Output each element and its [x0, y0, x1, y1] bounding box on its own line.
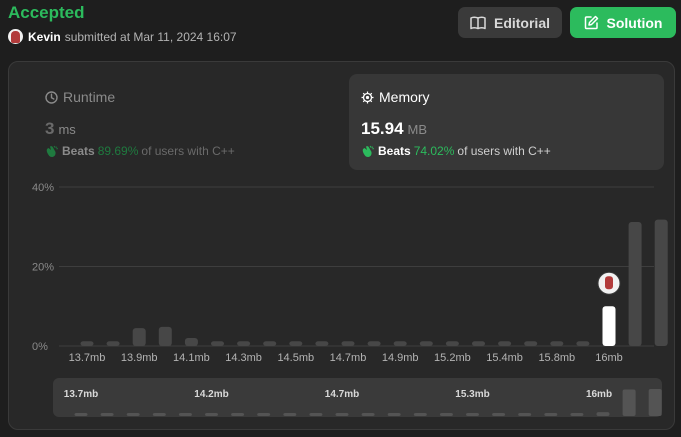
overview-tick-label: 14.7mb: [325, 389, 359, 400]
x-tick-label: 13.7mb: [69, 352, 106, 364]
overview-bar: [439, 413, 453, 416]
y-tick-label: 0%: [32, 341, 48, 353]
x-tick-label: 15.8mb: [538, 352, 575, 364]
overview-bar: [335, 413, 349, 416]
bar: [393, 341, 407, 346]
book-icon: [470, 16, 486, 29]
overview-bar: [74, 413, 88, 416]
overview-bar: [309, 413, 323, 416]
bar: [524, 341, 538, 346]
overview-tick-label: 15.3mb: [455, 389, 489, 400]
overview-bar: [205, 413, 218, 416]
overview-bar: [544, 413, 558, 416]
bar: [237, 341, 251, 346]
overview-bar: [257, 413, 271, 416]
x-tick-label: 14.3mb: [225, 352, 262, 364]
avatar[interactable]: [8, 29, 23, 44]
bar: [472, 341, 485, 346]
overview-bar: [231, 413, 245, 416]
submitted-time: submitted at Mar 11, 2024 16:07: [64, 29, 237, 44]
x-tick-label: 14.7mb: [330, 352, 367, 364]
results-panel: Runtime 3 ms Beats 89.69% of users with C…: [8, 61, 675, 430]
x-tick-label: 15.4mb: [486, 352, 523, 364]
overview-bar: [492, 413, 506, 416]
bar: [158, 326, 172, 346]
bar: [341, 341, 355, 346]
overview-bar: [126, 413, 140, 416]
overview-bar: [361, 413, 375, 416]
solution-button[interactable]: Solution: [570, 7, 676, 38]
edit-icon: [584, 15, 598, 30]
submission-status: Accepted: [8, 3, 85, 22]
bar: [576, 341, 590, 346]
bar: [211, 341, 224, 346]
overview-bar: [283, 413, 297, 416]
username[interactable]: Kevin: [28, 30, 61, 44]
overview-bar: [387, 413, 401, 416]
solution-label: Solution: [606, 14, 663, 31]
bar: [498, 341, 512, 346]
submitter-info: Kevin submitted at Mar 11, 2024 16:07: [8, 29, 237, 44]
memory-distribution-chart[interactable]: 40% 20% 0% 13.7mb 13.9mb 14.1mb 14.3mb 14.5mb 14…: [9, 62, 676, 431]
overview-bar: [100, 413, 114, 416]
editorial-label: Editorial: [493, 14, 550, 31]
y-tick-label: 40%: [32, 182, 54, 194]
bar: [80, 341, 94, 346]
bar: [263, 341, 277, 346]
overview-bar: [466, 413, 479, 416]
overview-bar: [622, 389, 636, 416]
bar-selected: [602, 306, 616, 346]
bar: [289, 341, 303, 346]
overview-bar: [178, 413, 192, 416]
bar: [419, 341, 433, 346]
x-tick-label: 14.5mb: [277, 352, 314, 364]
overview-bar: [648, 388, 662, 416]
overview-bar: [570, 413, 584, 416]
bar: [445, 341, 459, 346]
bar: [550, 341, 564, 346]
x-tick-label: 13.9mb: [121, 352, 158, 364]
bar: [184, 338, 198, 346]
y-tick-label: 20%: [32, 262, 54, 274]
bar: [628, 221, 642, 346]
bar: [367, 341, 381, 346]
overview-tick-label: 16mb: [586, 389, 612, 400]
x-tick-label: 14.9mb: [382, 352, 419, 364]
bar: [654, 219, 668, 346]
editorial-button[interactable]: Editorial: [458, 7, 562, 38]
x-tick-label: 15.2mb: [434, 352, 471, 364]
bar: [315, 341, 329, 346]
overview-bar: [596, 412, 610, 416]
overview-bar: [413, 413, 427, 416]
overview-tick-label: 14.2mb: [194, 389, 228, 400]
overview-bar: [152, 413, 166, 416]
x-tick-label: 16mb: [595, 352, 623, 364]
x-tick-label: 14.1mb: [173, 352, 210, 364]
bar: [132, 328, 146, 346]
overview-tick-label: 13.7mb: [64, 389, 98, 400]
bar: [106, 341, 120, 346]
overview-bar: [518, 413, 532, 416]
user-marker-figure: [605, 276, 613, 290]
